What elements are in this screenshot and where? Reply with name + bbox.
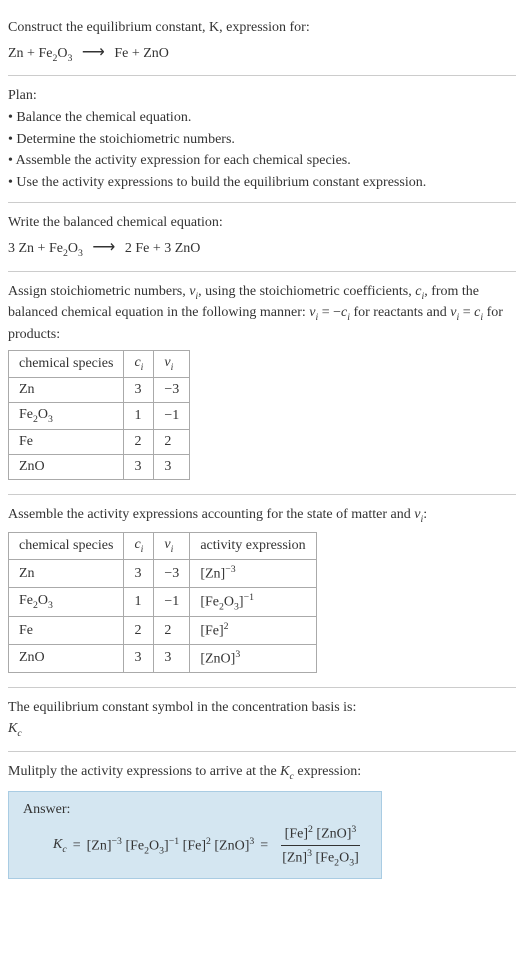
- header-section: Construct the equilibrium constant, K, e…: [8, 8, 516, 76]
- activity-table: chemical species ci νi activity expressi…: [8, 532, 317, 672]
- table-row: ZnO 3 3: [9, 454, 190, 479]
- fraction: [Fe]2 [ZnO]3 [Zn]3 [Fe2O3]: [278, 824, 363, 868]
- fraction-denominator: [Zn]3 [Fe2O3]: [278, 846, 363, 868]
- arrow-icon: ⟶: [92, 239, 115, 256]
- multiply-section: Mulitply the activity expressions to arr…: [8, 752, 516, 888]
- multiply-intro: Mulitply the activity expressions to arr…: [8, 762, 516, 784]
- unbalanced-equation: Zn + Fe2O3 ⟶ Fe + ZnO: [8, 42, 516, 64]
- plan-item: • Determine the stoichiometric numbers.: [8, 130, 516, 150]
- kc-expression: Kc = [Zn]−3 [Fe2O3]−1 [Fe]2 [ZnO]3 = [Fe…: [23, 824, 367, 868]
- table-header: chemical species: [9, 351, 124, 378]
- table-header-row: chemical species ci νi activity expressi…: [9, 533, 317, 560]
- activity-section: Assemble the activity expressions accoun…: [8, 495, 516, 688]
- table-row: Zn 3 −3: [9, 378, 190, 403]
- symbol-kc: Kc: [8, 719, 516, 741]
- table-row: Fe 2 2: [9, 429, 190, 454]
- table-row: Fe 2 2 [Fe]2: [9, 617, 317, 645]
- table-row: Fe2O3 1 −1 [Fe2O3]−1: [9, 587, 317, 616]
- plan-item: • Use the activity expressions to build …: [8, 173, 516, 193]
- plan-item: • Balance the chemical equation.: [8, 108, 516, 128]
- table-header: ci: [124, 351, 154, 378]
- table-header: chemical species: [9, 533, 124, 560]
- activity-intro: Assemble the activity expressions accoun…: [8, 505, 516, 527]
- stoich-section: Assign stoichiometric numbers, νi, using…: [8, 272, 516, 495]
- answer-label: Answer:: [23, 802, 367, 818]
- table-row: Fe2O3 1 −1: [9, 403, 190, 430]
- answer-box: Answer: Kc = [Zn]−3 [Fe2O3]−1 [Fe]2 [ZnO…: [8, 791, 382, 879]
- table-row: Zn 3 −3 [Zn]−3: [9, 560, 317, 588]
- fraction-numerator: [Fe]2 [ZnO]3: [281, 824, 361, 846]
- plan-section: Plan: • Balance the chemical equation. •…: [8, 76, 516, 203]
- arrow-icon: ⟶: [82, 44, 105, 61]
- balanced-section: Write the balanced chemical equation: 3 …: [8, 203, 516, 271]
- balanced-equation: 3 Zn + Fe2O3 ⟶ 2 Fe + 3 ZnO: [8, 237, 516, 259]
- table-header: ci: [124, 533, 154, 560]
- symbol-intro: The equilibrium constant symbol in the c…: [8, 698, 516, 718]
- balanced-intro: Write the balanced chemical equation:: [8, 213, 516, 233]
- table-header: activity expression: [190, 533, 316, 560]
- table-row: ZnO 3 3 [ZnO]3: [9, 645, 317, 673]
- table-header: νi: [154, 533, 190, 560]
- plan-item: • Assemble the activity expression for e…: [8, 151, 516, 171]
- table-header-row: chemical species ci νi: [9, 351, 190, 378]
- prompt-label: Construct the equilibrium constant, K, e…: [8, 20, 310, 35]
- stoich-table: chemical species ci νi Zn 3 −3 Fe2O3 1 −…: [8, 350, 190, 480]
- stoich-intro: Assign stoichiometric numbers, νi, using…: [8, 282, 516, 345]
- prompt-text: Construct the equilibrium constant, K, e…: [8, 18, 516, 38]
- plan-title: Plan:: [8, 86, 516, 106]
- table-header: νi: [154, 351, 190, 378]
- symbol-section: The equilibrium constant symbol in the c…: [8, 688, 516, 752]
